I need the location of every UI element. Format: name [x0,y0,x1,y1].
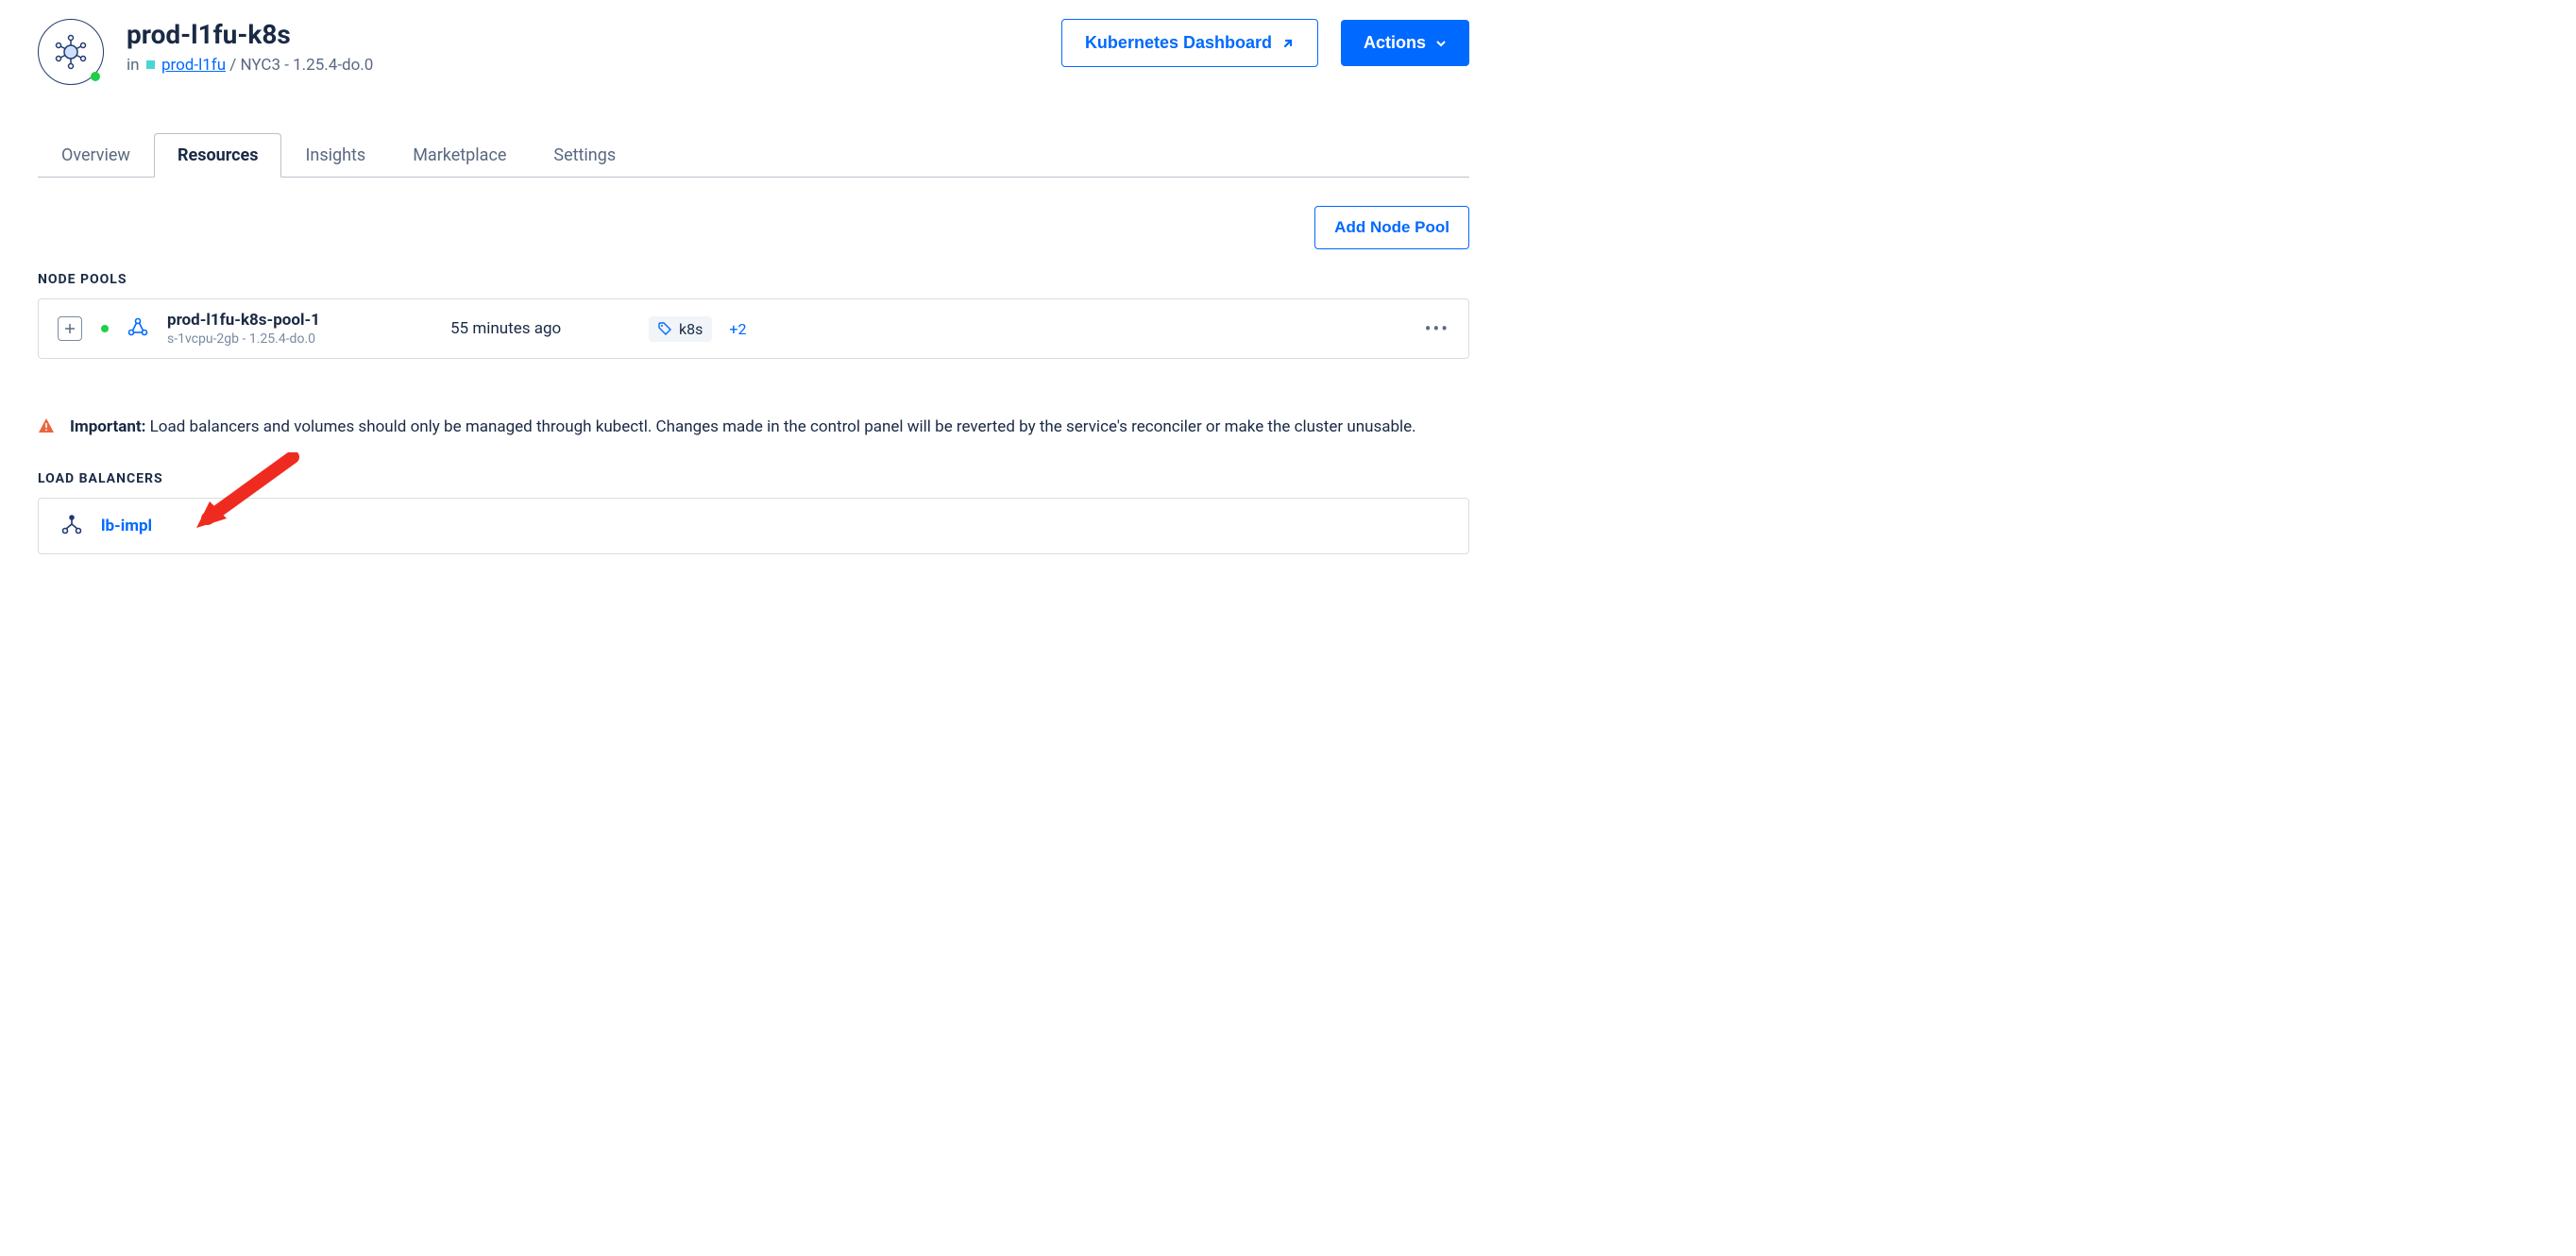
load-balancer-link[interactable]: lb-impl [101,517,152,535]
tab-marketplace[interactable]: Marketplace [389,133,530,178]
tab-overview[interactable]: Overview [38,133,154,178]
add-node-pool-button[interactable]: Add Node Pool [1314,206,1469,249]
tab-settings[interactable]: Settings [530,133,639,178]
actions-button[interactable]: Actions [1341,20,1469,66]
plus-icon [64,323,76,334]
tabs: Overview Resources Insights Marketplace … [38,132,1469,178]
section-label-node-pools: NODE POOLS [38,272,1469,287]
node-pool-name: prod-l1fu-k8s-pool-1 [167,311,450,330]
tab-resources[interactable]: Resources [154,133,282,178]
tags-more-link[interactable]: +2 [729,320,746,338]
expand-button[interactable] [58,316,82,341]
region-version: NYC3 - 1.25.4-do.0 [241,56,374,75]
node-pool-row: prod-l1fu-k8s-pool-1 s-1vcpu-2gb - 1.25.… [38,298,1469,359]
more-menu-button[interactable]: ••• [1425,317,1449,340]
project-icon [144,58,158,72]
project-link[interactable]: prod-l1fu [161,56,226,75]
tag-chip[interactable]: k8s [649,316,712,342]
external-link-icon [1281,37,1295,50]
breadcrumb: in prod-l1fu / NYC3 - 1.25.4-do.0 [127,56,373,75]
warning-icon [38,417,55,443]
load-balancer-icon [61,514,82,538]
chevron-down-icon [1435,38,1447,49]
alert-text: Load balancers and volumes should only b… [150,417,1416,436]
tab-insights[interactable]: Insights [281,133,389,178]
pool-icon [127,317,148,340]
kubernetes-dashboard-button[interactable]: Kubernetes Dashboard [1061,19,1318,67]
status-indicator [91,72,100,81]
alert-prefix: Important: [70,417,145,436]
cluster-icon [38,19,104,85]
node-pool-subtitle: s-1vcpu-2gb - 1.25.4-do.0 [167,331,450,347]
page-title: prod-l1fu-k8s [127,19,373,50]
annotation-arrow [189,452,302,537]
status-indicator [101,325,109,332]
tag-icon [658,322,671,335]
warning-alert: Important: Load balancers and volumes sh… [38,416,1469,443]
node-pool-created: 55 minutes ago [450,319,649,338]
